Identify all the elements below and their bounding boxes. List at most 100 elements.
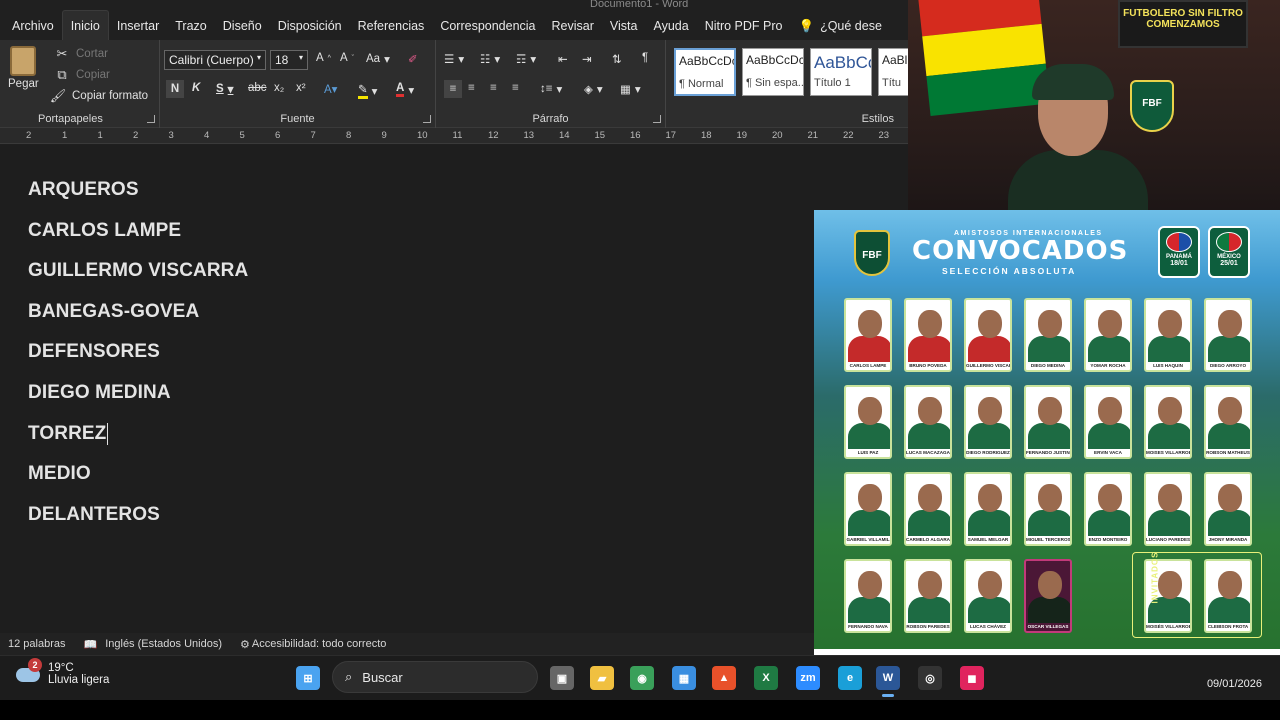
justify-button[interactable]: ≡ — [512, 82, 519, 94]
player-name: DIEGO MEDINA — [1030, 363, 1066, 368]
weather-widget[interactable]: 2 19°C Lluvia ligera — [16, 658, 109, 686]
copy-button[interactable]: ⧉ Copiar — [52, 67, 110, 83]
align-left-icon: ≡ — [449, 83, 457, 95]
tab-correspondencia[interactable]: Correspondencia — [432, 12, 543, 40]
language-indicator[interactable]: Inglés (Estados Unidos) — [105, 638, 222, 650]
align-left-button[interactable]: ≡ — [444, 80, 462, 98]
bold-button[interactable]: N — [166, 80, 184, 98]
text-effects-icon[interactable]: A▾ — [324, 82, 337, 96]
tab-archivo[interactable]: Archivo — [4, 12, 62, 40]
tab-referencias[interactable]: Referencias — [350, 12, 433, 40]
active-app-indicator — [882, 694, 894, 697]
line-spacing-button[interactable]: ↕≡ ▾ — [540, 82, 562, 96]
jersey — [848, 597, 890, 623]
jersey — [848, 510, 890, 536]
highlight-button[interactable]: ✎ ▾ — [358, 82, 377, 99]
subscript-button[interactable]: x₂ — [274, 82, 284, 94]
proofing-icon[interactable]: 📖 — [84, 638, 98, 651]
webcam-overlay: FUTBOLERO SIN FILTRO COMENZAMOS FBF — [908, 0, 1280, 210]
obs-icon[interactable]: ◎ — [918, 666, 942, 690]
document-line: DIEGO MEDINA — [28, 382, 171, 404]
shrink-font-button[interactable]: Aˇ — [340, 52, 354, 64]
underline-label: S — [216, 83, 224, 95]
font-launcher[interactable] — [423, 115, 431, 123]
font-name-dropdown[interactable]: Calibri (Cuerpo) ▾ — [164, 50, 266, 70]
taskbar-date[interactable]: 09/01/2026 — [1207, 678, 1262, 690]
zoom-icon[interactable]: zm — [796, 666, 820, 690]
underline-button[interactable]: S ▾ — [216, 82, 233, 96]
multilevel-button[interactable]: ☶ ▾ — [516, 52, 536, 66]
numbering-button[interactable]: ☷ ▾ — [480, 52, 500, 66]
clipboard-group-label: Portapapeles — [38, 113, 103, 125]
ruler-mark: 23 — [878, 130, 890, 141]
player-photo — [918, 571, 942, 599]
file-explorer-icon[interactable]: ▰ — [590, 666, 614, 690]
superscript-label: x² — [296, 82, 306, 94]
tab-vista[interactable]: Vista — [602, 12, 646, 40]
strikethrough-button[interactable]: abc — [248, 82, 267, 94]
clipboard-launcher[interactable] — [147, 115, 155, 123]
show-marks-button[interactable]: ¶ — [642, 52, 648, 64]
jersey — [968, 510, 1010, 536]
tab-nitro-pdf-pro[interactable]: Nitro PDF Pro — [697, 12, 791, 40]
tell-me-search[interactable]: 💡 ¿Qué dese — [790, 12, 889, 40]
accessibility-icon[interactable]: ⚙ — [240, 638, 250, 651]
jersey — [908, 336, 950, 362]
taskbar-search[interactable]: ⌕ Buscar — [332, 661, 538, 693]
accessibility-status[interactable]: Accesibilidad: todo correcto — [252, 638, 387, 650]
align-right-button[interactable]: ≡ — [490, 82, 497, 94]
ruler-mark: 12 — [488, 130, 499, 141]
tab-ayuda[interactable]: Ayuda — [645, 12, 696, 40]
tab-revisar[interactable]: Revisar — [544, 12, 602, 40]
font-size-dropdown[interactable]: 18 ▾ — [270, 50, 308, 70]
player-card: JHONY MIRANDA — [1204, 472, 1252, 546]
italic-button[interactable]: K — [192, 82, 200, 94]
bullets-button[interactable]: ☰ ▾ — [444, 52, 464, 66]
app-glyph: ◎ — [925, 672, 935, 685]
paint-bucket-icon: ◈ — [584, 84, 593, 96]
windows-start-icon[interactable]: ⊞ — [296, 666, 320, 690]
window-title-hint: Documento1 - Word — [590, 0, 689, 10]
tab-inicio[interactable]: Inicio — [61, 10, 109, 40]
align-center-button[interactable]: ≡ — [468, 82, 475, 94]
horizontal-ruler[interactable]: 1212345678910111213141516171819202122232… — [0, 128, 908, 144]
borders-button[interactable]: ▦ ▾ — [620, 82, 641, 96]
tab-disposici-n[interactable]: Disposición — [270, 12, 350, 40]
style-2[interactable]: AaBbCc Título 1 — [810, 48, 872, 96]
media-icon[interactable]: ◼ — [960, 666, 984, 690]
store-icon[interactable]: ▦ — [672, 666, 696, 690]
format-painter-button[interactable]: 🖌 Copiar formato — [48, 88, 148, 104]
tab-trazo[interactable]: Trazo — [167, 12, 215, 40]
ruler-mark: 7 — [310, 130, 316, 141]
tab-insertar[interactable]: Insertar — [109, 12, 167, 40]
grow-font-button[interactable]: A ^ — [316, 52, 331, 64]
decrease-indent-button[interactable]: ⇤ — [558, 52, 568, 66]
document-page[interactable]: ARQUEROS CARLOS LAMPE GUILLERMO VISCARRA BA… — [0, 145, 908, 633]
chrome-icon[interactable]: ◉ — [630, 666, 654, 690]
change-case-button[interactable]: Aa ▾ — [366, 52, 390, 66]
app-glyph: ◉ — [637, 672, 647, 685]
task-view-icon[interactable]: ▣ — [550, 666, 574, 690]
superscript-button[interactable]: x² — [296, 82, 306, 94]
style-1[interactable]: AaBbCcDc ¶ Sin espa... — [742, 48, 804, 96]
shading-button[interactable]: ◈ ▾ — [584, 82, 603, 96]
edge-icon[interactable]: e — [838, 666, 862, 690]
cut-button[interactable]: ✂ Cortar — [52, 46, 108, 62]
player-photo — [1038, 397, 1062, 425]
tab-dise-o[interactable]: Diseño — [215, 12, 270, 40]
sort-button[interactable]: ⇅ — [612, 52, 622, 66]
status-bar: 12 palabras 📖 Inglés (Estados Unidos) ⚙ … — [0, 633, 908, 655]
paragraph-launcher[interactable] — [653, 115, 661, 123]
ruler-mark: 11 — [452, 130, 463, 141]
clear-format-icon[interactable]: ✐ — [408, 52, 418, 66]
style-sample: AaBbCcDc — [746, 53, 804, 67]
paste-button[interactable]: Pegar — [8, 46, 39, 90]
style-0[interactable]: AaBbCcDc ¶ Normal — [674, 48, 736, 96]
font-color-button[interactable]: A ▾ — [396, 82, 414, 97]
word-icon[interactable]: W — [876, 666, 900, 690]
word-count[interactable]: 12 palabras — [8, 638, 66, 650]
increase-indent-button[interactable]: ⇥ — [582, 52, 592, 66]
brave-icon[interactable]: ▲ — [712, 666, 736, 690]
excel-icon[interactable]: X — [754, 666, 778, 690]
player-name: JHONY MIRANDA — [1208, 537, 1248, 542]
